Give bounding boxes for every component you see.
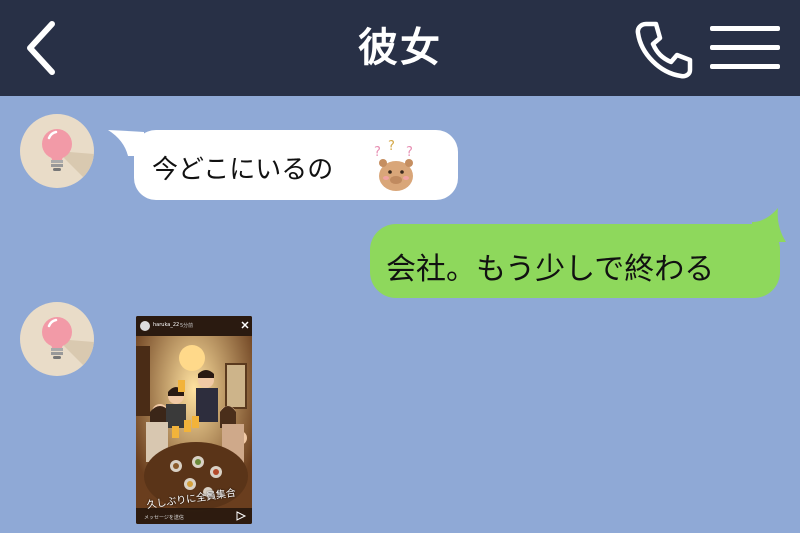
contact-avatar[interactable] xyxy=(20,114,94,188)
menu-button[interactable] xyxy=(708,20,782,76)
message-text: 今どこにいるの xyxy=(152,155,334,185)
svg-text:?: ? xyxy=(406,145,413,160)
story-reply-input[interactable]: メッセージを送信 xyxy=(144,514,184,521)
chat-header: 彼女 xyxy=(0,0,800,96)
back-button[interactable] xyxy=(18,18,70,78)
story-time: 5分前 xyxy=(180,323,194,329)
svg-text:?: ? xyxy=(374,145,381,160)
confused-capybara-sticker: ? ? ? xyxy=(374,140,413,191)
call-button[interactable] xyxy=(630,16,696,82)
story-image-message[interactable]: haruka_22 5分前 久しぶりに全員集合 メッセージを送信 xyxy=(136,316,252,524)
phone-icon xyxy=(635,21,693,79)
lightbulb-icon xyxy=(42,317,94,376)
message-text: 会社。もう少しで終わる xyxy=(386,252,715,287)
story-username: haruka_22 xyxy=(153,322,180,328)
lightbulb-icon xyxy=(42,129,94,188)
message-bubble-received[interactable]: 今どこにいるの ? ? ? xyxy=(108,130,458,200)
contact-avatar[interactable] xyxy=(20,302,94,376)
bubble-tail xyxy=(108,130,144,156)
hamburger-menu-icon xyxy=(710,26,780,69)
message-bubble-sent[interactable]: 会社。もう少しで終わる xyxy=(370,208,786,298)
chevron-left-icon xyxy=(27,21,55,75)
bubble-tail xyxy=(752,208,786,242)
svg-text:?: ? xyxy=(388,140,395,154)
